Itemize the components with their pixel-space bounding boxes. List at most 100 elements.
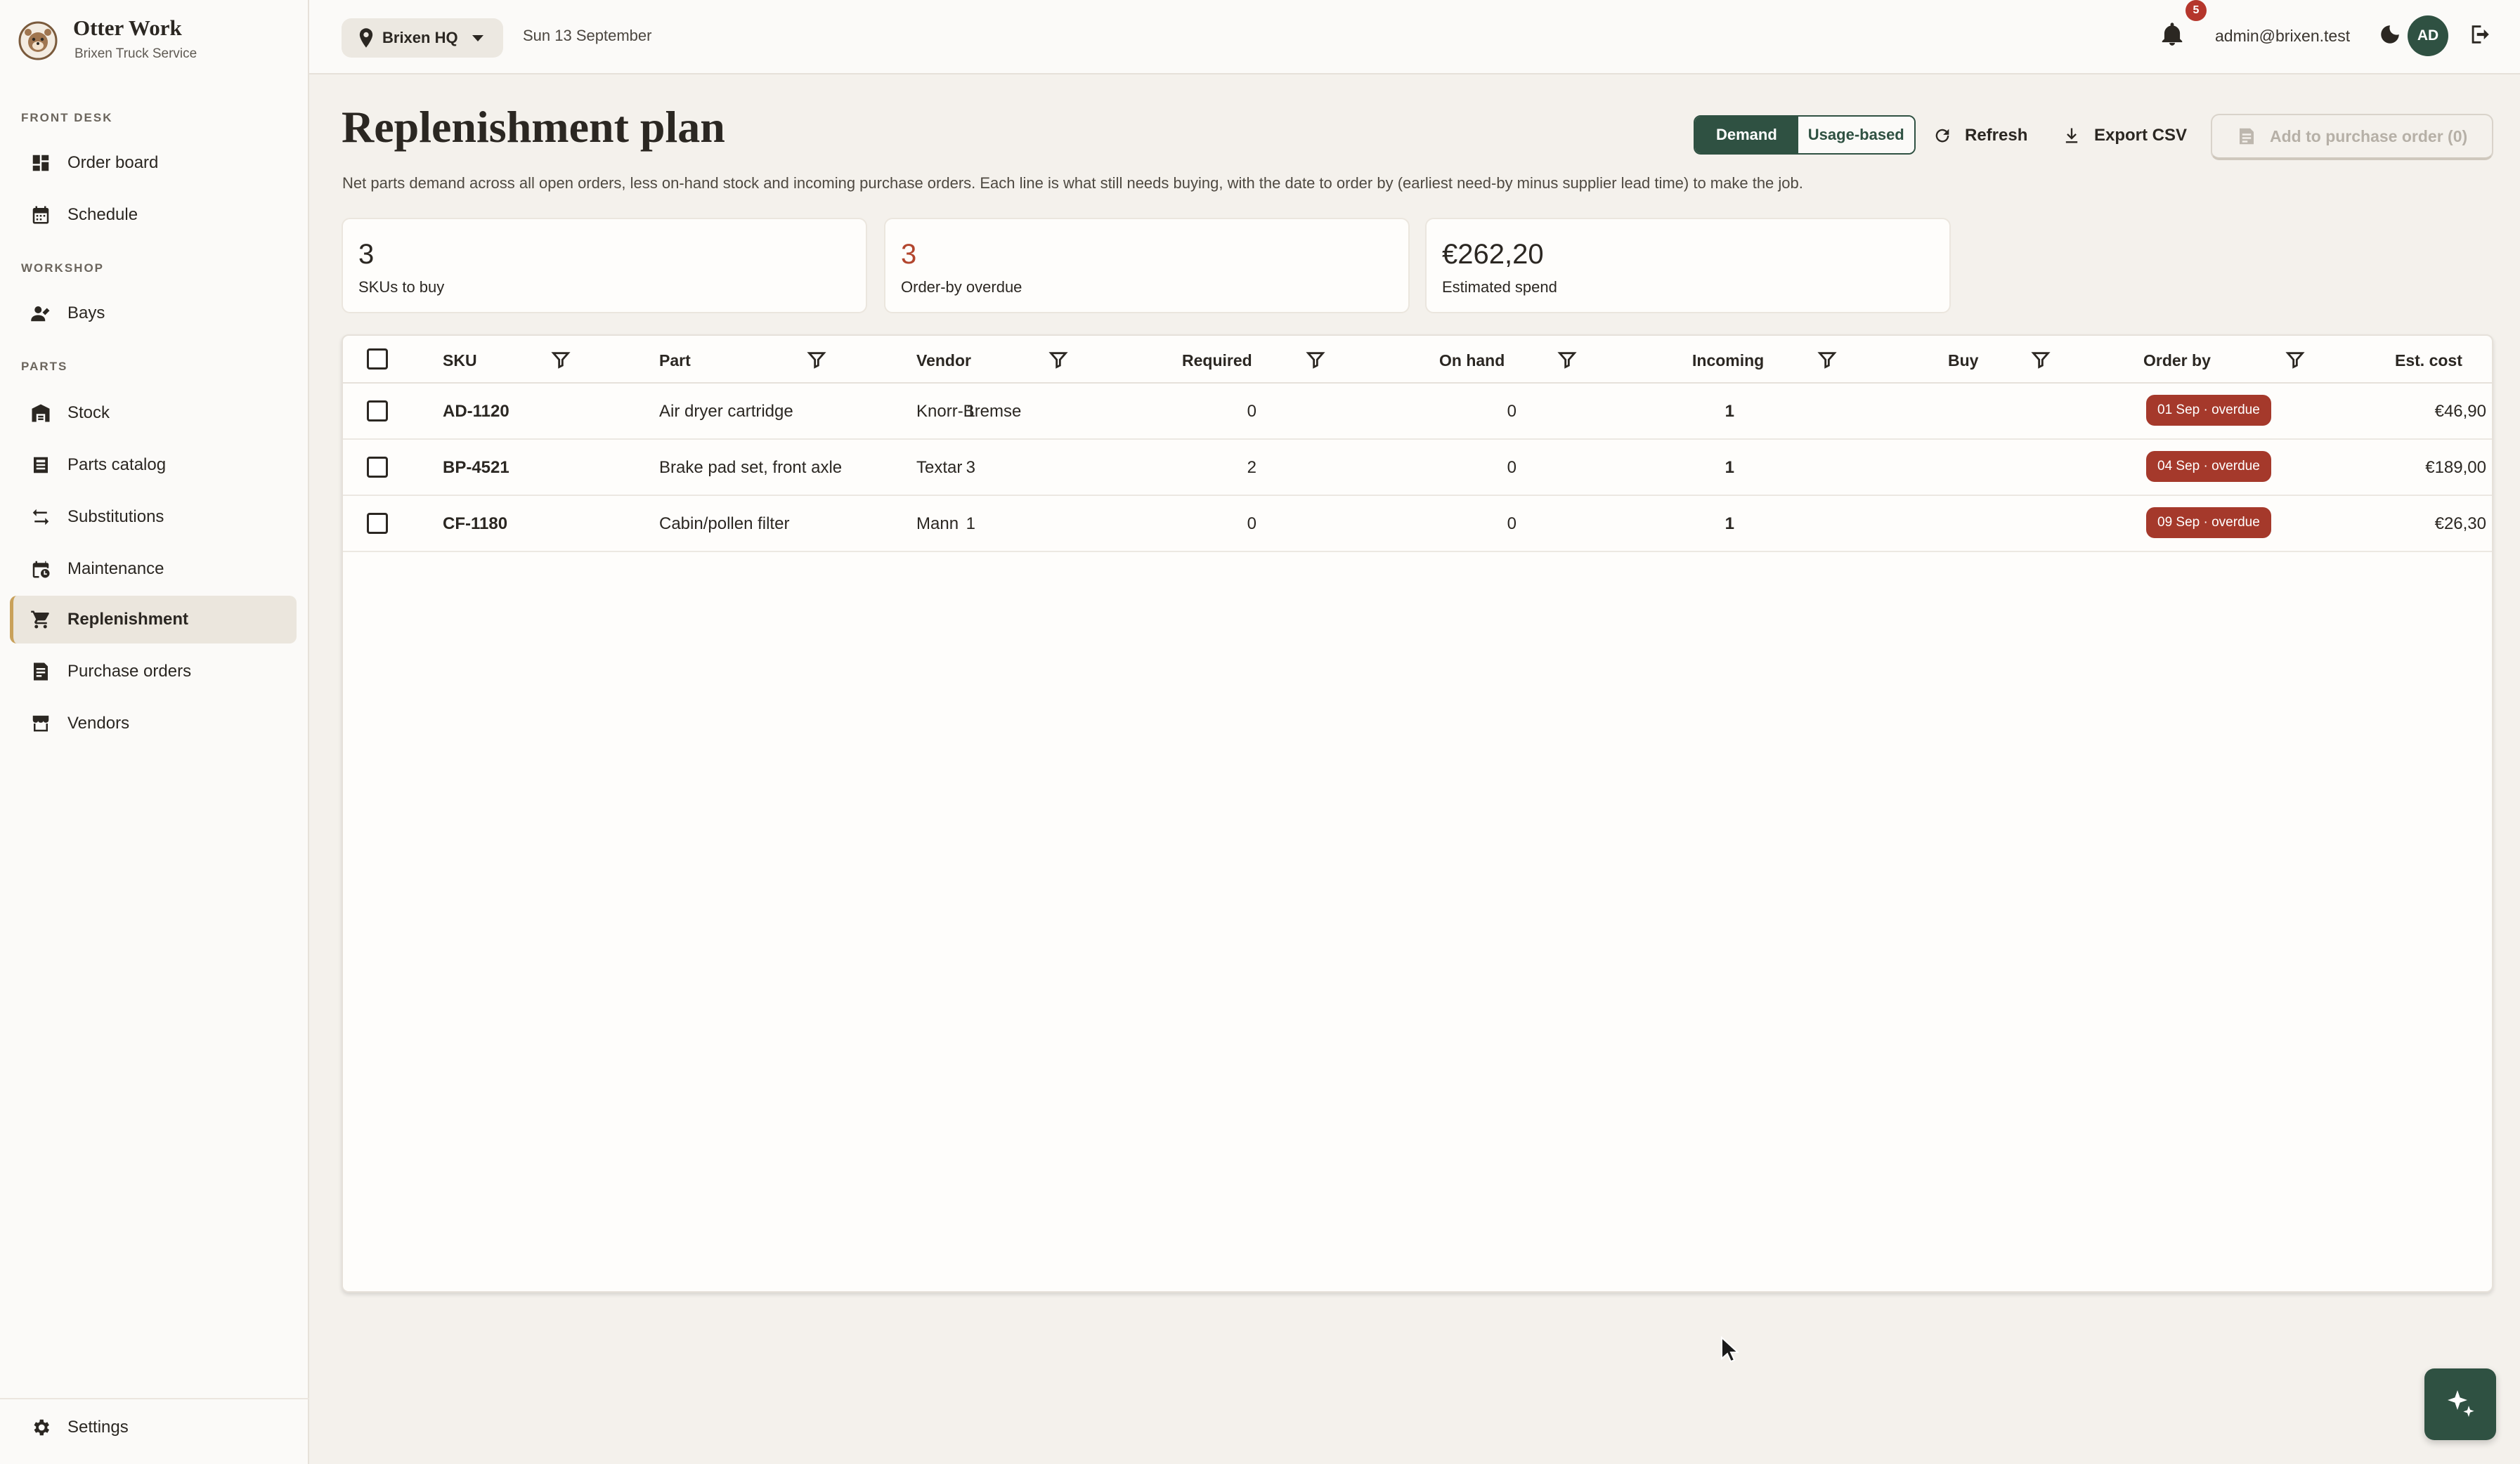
location-selector[interactable]: Brixen HQ [342, 18, 503, 58]
table-row[interactable]: BP-4521 Brake pad set, front axle Textar… [343, 440, 2492, 496]
column-header-buy[interactable]: Buy [1948, 351, 1978, 370]
sidebar-item-label: Stock [67, 403, 110, 422]
notifications-button[interactable] [2159, 21, 2188, 51]
sidebar-item-label: Order board [67, 153, 159, 172]
cell-part: Cabin/pollen filter [659, 514, 790, 533]
filter-icon[interactable] [1817, 350, 1837, 370]
select-all-checkbox[interactable] [367, 348, 388, 370]
column-header-incoming[interactable]: Incoming [1692, 351, 1764, 370]
sidebar-item-parts-catalog[interactable]: Parts catalog [10, 441, 297, 489]
filter-icon[interactable] [1306, 350, 1325, 370]
cell-on-hand: 0 [1247, 402, 1256, 421]
sidebar-item-settings[interactable]: Settings [10, 1404, 297, 1451]
notification-count-badge: 5 [2185, 0, 2207, 21]
usage-based-mode-button[interactable]: Usage-based [1798, 117, 1914, 153]
export-csv-button[interactable]: Export CSV [2062, 118, 2187, 153]
filter-icon[interactable] [2031, 350, 2051, 370]
nav-section-front-desk: FRONT DESK [21, 111, 113, 124]
order-by-overdue-badge: 01 Sep · overdue [2146, 395, 2271, 426]
sidebar-item-order-board[interactable]: Order board [10, 139, 297, 187]
demand-mode-button[interactable]: Demand [1695, 117, 1798, 153]
filter-icon[interactable] [807, 350, 826, 370]
refresh-label: Refresh [1965, 126, 2028, 145]
brand[interactable]: Otter Work Brixen Truck Service [18, 15, 299, 65]
column-header-vendor[interactable]: Vendor [916, 351, 971, 370]
filter-icon[interactable] [1557, 350, 1577, 370]
cell-required: 3 [966, 458, 975, 477]
sidebar-item-label: Replenishment [67, 610, 189, 629]
sidebar-item-substitutions[interactable]: Substitutions [10, 493, 297, 541]
column-header-part[interactable]: Part [659, 351, 691, 370]
sidebar-item-vendors[interactable]: Vendors [10, 700, 297, 747]
sidebar-item-purchase-orders[interactable]: Purchase orders [10, 648, 297, 695]
cell-buy: 1 [1725, 514, 1734, 533]
bell-icon [2162, 22, 2183, 46]
export-label: Export CSV [2094, 126, 2188, 145]
avatar[interactable]: AD [2408, 15, 2448, 56]
catalog-icon [30, 454, 52, 476]
swap-icon [30, 506, 52, 528]
stat-label: Estimated spend [1442, 278, 1557, 296]
sidebar-item-replenishment[interactable]: Replenishment [10, 596, 297, 643]
row-checkbox[interactable] [367, 400, 388, 421]
receipt-icon [30, 660, 52, 683]
sidebar-item-label: Schedule [67, 205, 138, 224]
refresh-icon [1935, 129, 1949, 143]
theme-toggle-button[interactable] [2378, 22, 2403, 48]
table-row[interactable]: CF-1180 Cabin/pollen filter Mann 1 0 0 1… [343, 496, 2492, 552]
gear-icon [30, 1416, 52, 1439]
cell-part: Brake pad set, front axle [659, 458, 843, 477]
column-header-on-hand[interactable]: On hand [1439, 351, 1505, 370]
stat-value: €262,20 [1442, 239, 1544, 270]
column-header-order-by[interactable]: Order by [2143, 351, 2211, 370]
warehouse-icon [30, 402, 52, 424]
row-checkbox[interactable] [367, 457, 388, 478]
add-po-label: Add to purchase order (0) [2270, 126, 2468, 145]
row-checkbox[interactable] [367, 513, 388, 534]
order-by-overdue-badge: 09 Sep · overdue [2146, 507, 2271, 538]
column-header-sku[interactable]: SKU [443, 351, 477, 370]
cell-sku: CF-1180 [443, 514, 508, 533]
mechanic-icon [30, 302, 52, 325]
cell-sku: BP-4521 [443, 458, 509, 477]
sidebar-item-stock[interactable]: Stock [10, 389, 297, 437]
logout-button[interactable] [2468, 22, 2493, 48]
table-row[interactable]: AD-1120 Air dryer cartridge Knorr-Bremse… [343, 384, 2492, 440]
page-title: Replenishment plan [342, 102, 725, 152]
cell-est-cost: €46,90 [2434, 402, 2486, 421]
sidebar-footer: Settings [0, 1398, 309, 1437]
cell-required: 1 [966, 514, 975, 533]
sparkle-icon [2448, 1390, 2474, 1417]
topbar: Brixen HQ Sun 13 September 5 admin@brixe… [309, 0, 2520, 74]
column-header-est-cost[interactable]: Est. cost [2395, 351, 2462, 370]
user-email: admin@brixen.test [2215, 27, 2351, 45]
nav-section-parts: PARTS [21, 360, 68, 373]
sidebar-item-label: Settings [67, 1418, 129, 1437]
assistant-button[interactable] [2424, 1368, 2496, 1440]
stat-value: 3 [358, 239, 375, 270]
moon-icon [2381, 25, 2399, 44]
sidebar-item-maintenance[interactable]: Maintenance [10, 545, 297, 593]
cart-icon [30, 608, 52, 631]
cell-part: Air dryer cartridge [659, 402, 793, 421]
sidebar-item-bays[interactable]: Bays [10, 289, 297, 337]
store-icon [30, 712, 52, 735]
column-header-required[interactable]: Required [1182, 351, 1252, 370]
stat-card-skus: 3 SKUs to buy [342, 218, 867, 313]
replenishment-table: SKU Part Vendor Required On hand Incomin… [342, 334, 2493, 1293]
nav-section-workshop: WORKSHOP [21, 261, 104, 275]
mouse-cursor-icon [1721, 1336, 1739, 1363]
add-to-purchase-order-button[interactable]: Add to purchase order (0) [2211, 114, 2493, 160]
sidebar-item-label: Bays [67, 303, 105, 322]
current-date: Sun 13 September [523, 27, 652, 44]
refresh-button[interactable]: Refresh [1933, 118, 2027, 153]
map-pin-icon [359, 28, 373, 48]
filter-icon[interactable] [2285, 350, 2305, 370]
stat-label: SKUs to buy [358, 278, 445, 296]
sidebar-item-schedule[interactable]: Schedule [10, 191, 297, 239]
filter-icon[interactable] [551, 350, 571, 370]
download-icon [2065, 128, 2078, 143]
stat-card-spend: €262,20 Estimated spend [1425, 218, 1951, 313]
filter-icon[interactable] [1048, 350, 1068, 370]
cell-on-hand: 0 [1247, 514, 1256, 533]
